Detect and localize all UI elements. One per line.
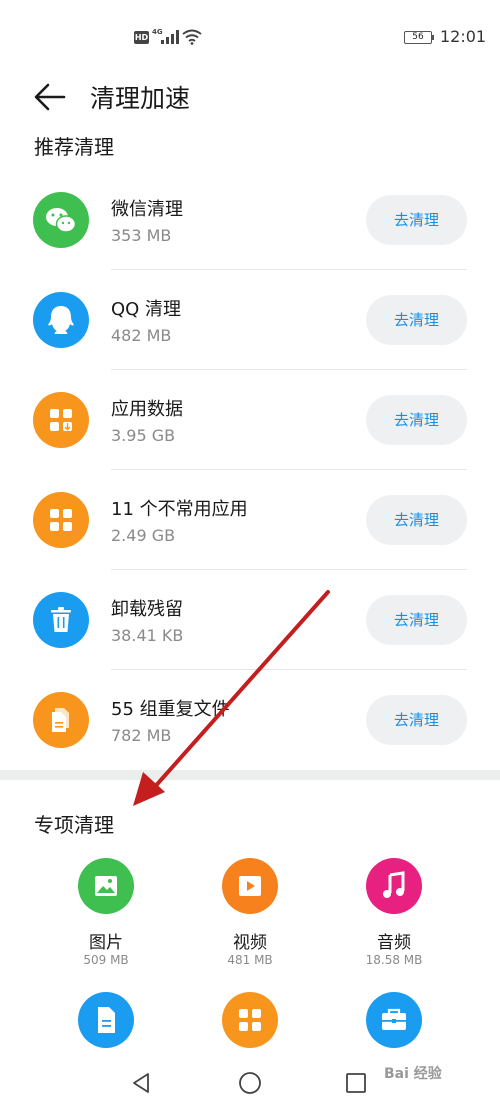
grid-item-apps[interactable] xyxy=(180,992,320,1048)
video-icon xyxy=(222,858,278,914)
item-title: 11 个不常用应用 xyxy=(111,499,248,520)
list-item: 55 组重复文件 782 MB 去清理 xyxy=(0,670,500,770)
briefcase-icon xyxy=(366,992,422,1048)
qq-icon xyxy=(33,292,89,348)
section-separator xyxy=(0,770,500,780)
grid-item-documents[interactable] xyxy=(36,992,176,1048)
item-size: 782 MB xyxy=(111,726,172,745)
clean-button-unused-apps[interactable]: 去清理 xyxy=(366,495,467,545)
list-item: QQ 清理 482 MB 去清理 xyxy=(0,270,500,370)
duplicate-file-icon xyxy=(33,692,89,748)
grid-label: 视频 xyxy=(233,933,267,953)
app-data-icon xyxy=(33,392,89,448)
section-title-special: 专项清理 xyxy=(34,813,114,837)
wifi-icon xyxy=(182,29,202,45)
signal-icon xyxy=(161,30,179,44)
status-bar: HD 4G 56 12:01 xyxy=(0,0,500,70)
clock: 12:01 xyxy=(440,27,487,46)
back-button[interactable] xyxy=(30,80,70,114)
list-item: 卸载残留 38.41 KB 去清理 xyxy=(0,570,500,670)
list-item: 11 个不常用应用 2.49 GB 去清理 xyxy=(0,470,500,570)
item-title: 55 组重复文件 xyxy=(111,699,230,720)
item-title: 应用数据 xyxy=(111,399,183,420)
document-icon xyxy=(78,992,134,1048)
battery-level: 56 xyxy=(412,32,424,42)
section-title-recommended: 推荐清理 xyxy=(34,135,114,159)
grid-label: 音频 xyxy=(377,933,411,953)
apps-grid-icon xyxy=(222,992,278,1048)
grid-size: 481 MB xyxy=(227,953,273,967)
item-title: 微信清理 xyxy=(111,199,183,220)
battery-icon: 56 xyxy=(404,31,432,44)
item-size: 38.41 KB xyxy=(111,626,184,645)
clean-button-residual[interactable]: 去清理 xyxy=(366,595,467,645)
clean-button-wechat[interactable]: 去清理 xyxy=(366,195,467,245)
grid-item-video[interactable]: 视频 481 MB xyxy=(180,858,320,978)
item-size: 2.49 GB xyxy=(111,526,176,545)
picture-icon xyxy=(78,858,134,914)
list-item: 微信清理 353 MB 去清理 xyxy=(0,170,500,270)
grid-size: 18.58 MB xyxy=(365,953,423,967)
music-icon xyxy=(366,858,422,914)
grid-label: 图片 xyxy=(89,933,123,953)
page-title: 清理加速 xyxy=(90,84,191,113)
item-size: 353 MB xyxy=(111,226,172,245)
item-size: 3.95 GB xyxy=(111,426,176,445)
back-arrow-icon xyxy=(34,83,66,111)
watermark: Bai 经验 xyxy=(384,1066,442,1082)
trash-icon xyxy=(33,592,89,648)
clean-button-qq[interactable]: 去清理 xyxy=(366,295,467,345)
grid-item-audio[interactable]: 音频 18.58 MB xyxy=(324,858,464,978)
item-title: QQ 清理 xyxy=(111,299,182,320)
apps-grid-icon xyxy=(33,492,89,548)
nav-home-icon[interactable] xyxy=(238,1071,262,1095)
list-item: 应用数据 3.95 GB 去清理 xyxy=(0,370,500,470)
item-title: 卸载残留 xyxy=(111,599,183,620)
grid-item-pictures[interactable]: 图片 509 MB xyxy=(36,858,176,978)
nav-recents-icon[interactable] xyxy=(345,1072,367,1094)
grid-item-packages[interactable] xyxy=(324,992,464,1048)
wechat-icon xyxy=(33,192,89,248)
hd-badge: HD xyxy=(134,31,149,44)
clean-button-duplicates[interactable]: 去清理 xyxy=(366,695,467,745)
clean-button-app-data[interactable]: 去清理 xyxy=(366,395,467,445)
item-size: 482 MB xyxy=(111,326,172,345)
nav-back-icon[interactable] xyxy=(131,1072,153,1094)
grid-size: 509 MB xyxy=(83,953,129,967)
